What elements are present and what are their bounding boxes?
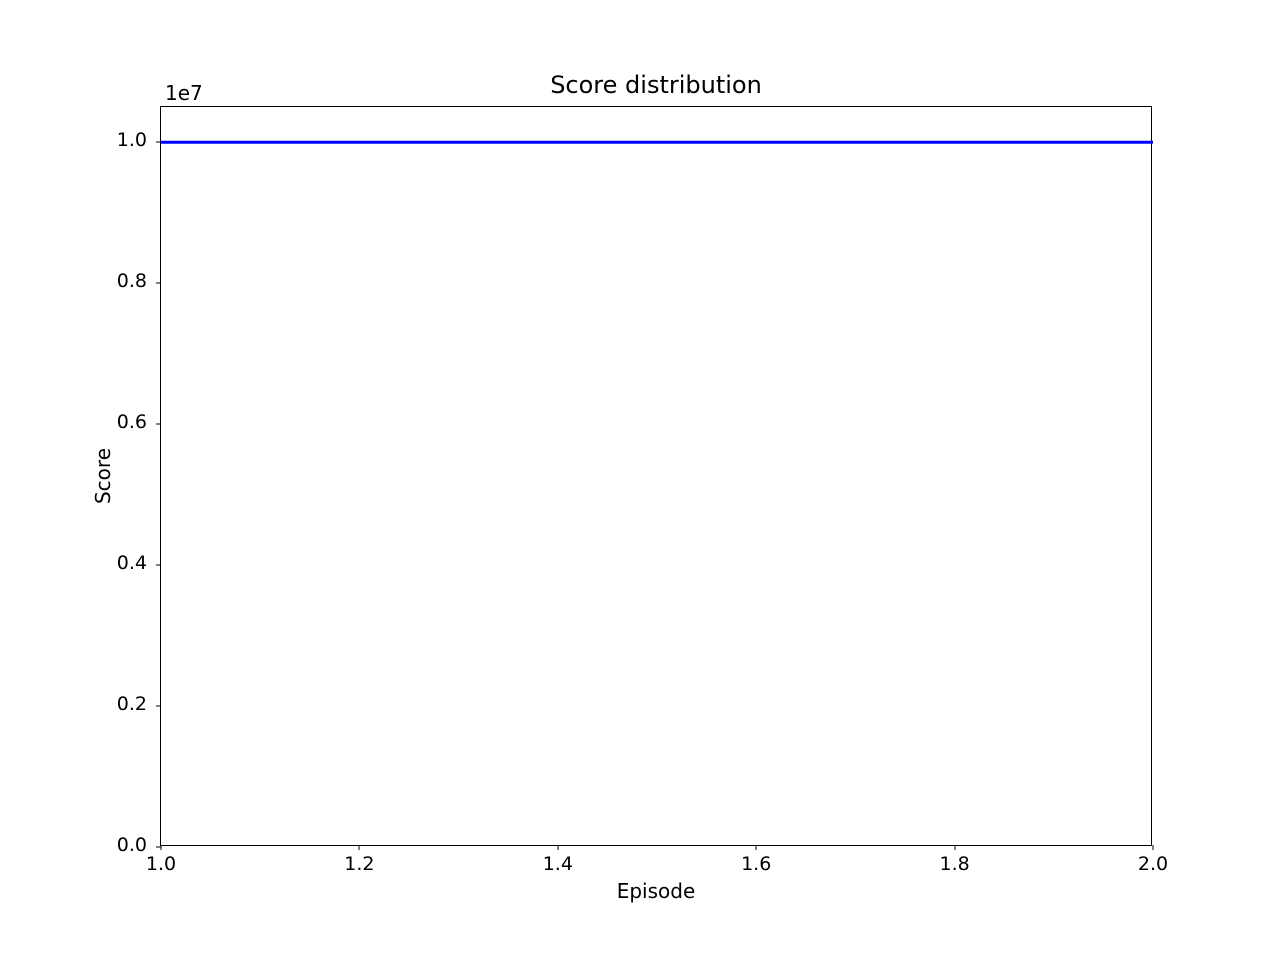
y-tick-label: 0.8 bbox=[117, 270, 147, 292]
y-tick-mark bbox=[156, 424, 161, 425]
x-tick-mark bbox=[359, 845, 360, 850]
x-tick-label: 1.4 bbox=[543, 853, 573, 875]
y-tick-label: 0.0 bbox=[117, 834, 147, 856]
x-tick-mark bbox=[954, 845, 955, 850]
data-line bbox=[161, 107, 1153, 847]
x-tick-label: 1.0 bbox=[146, 853, 176, 875]
chart-title: Score distribution bbox=[161, 71, 1151, 99]
x-tick-label: 1.6 bbox=[741, 853, 771, 875]
y-tick-mark bbox=[156, 142, 161, 143]
y-tick-mark bbox=[156, 283, 161, 284]
y-tick-label: 0.4 bbox=[117, 552, 147, 574]
x-tick-mark bbox=[756, 845, 757, 850]
y-tick-label: 0.2 bbox=[117, 693, 147, 715]
x-axis-label: Episode bbox=[161, 879, 1151, 903]
x-tick-label: 1.8 bbox=[939, 853, 969, 875]
x-tick-label: 2.0 bbox=[1138, 853, 1168, 875]
y-tick-label: 1.0 bbox=[117, 129, 147, 151]
x-tick-label: 1.2 bbox=[344, 853, 374, 875]
x-tick-mark bbox=[1153, 845, 1154, 850]
y-axis-label: Score bbox=[91, 448, 115, 504]
x-tick-mark bbox=[557, 845, 558, 850]
axes: Score distribution 1e7 Score Episode 1.0… bbox=[160, 106, 1152, 846]
y-axis-offset-text: 1e7 bbox=[165, 81, 203, 105]
y-tick-label: 0.6 bbox=[117, 411, 147, 433]
y-tick-mark bbox=[156, 847, 161, 848]
figure: Score distribution 1e7 Score Episode 1.0… bbox=[0, 0, 1280, 960]
y-tick-mark bbox=[156, 565, 161, 566]
y-tick-mark bbox=[156, 706, 161, 707]
